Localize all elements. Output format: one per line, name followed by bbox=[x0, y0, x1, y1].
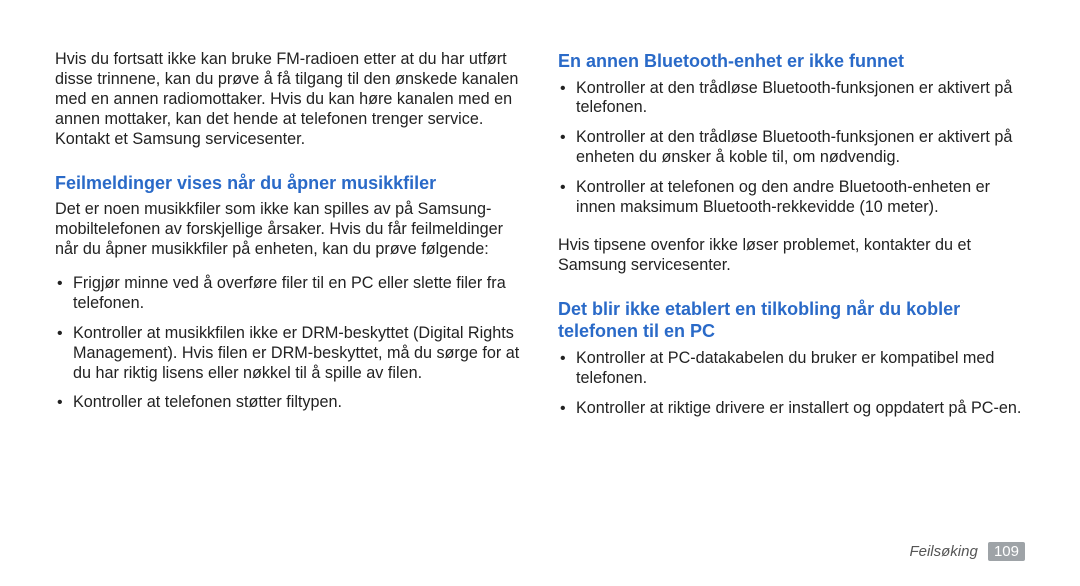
page-footer: Feilsøking 109 bbox=[909, 543, 1025, 560]
list-item: Kontroller at den trådløse Bluetooth-fun… bbox=[558, 128, 1025, 168]
footer-section-label: Feilsøking bbox=[909, 543, 977, 560]
bluetooth-contact-paragraph: Hvis tipsene ovenfor ikke løser probleme… bbox=[558, 236, 1025, 276]
document-page: Hvis du fortsatt ikke kan bruke FM-radio… bbox=[0, 0, 1080, 586]
heading-music-errors: Feilmeldinger vises når du åpner musikkf… bbox=[55, 172, 522, 195]
list-item: Frigjør minne ved å overføre filer til e… bbox=[55, 274, 522, 314]
list-item: Kontroller at den trådløse Bluetooth-fun… bbox=[558, 79, 1025, 119]
list-item: Kontroller at PC-datakabelen du bruker e… bbox=[558, 349, 1025, 389]
footer-page-number: 109 bbox=[988, 542, 1025, 561]
list-item: Kontroller at telefonen støtter filtypen… bbox=[55, 393, 522, 413]
list-item: Kontroller at musikkfilen ikke er DRM-be… bbox=[55, 324, 522, 384]
heading-pc-connection: Det blir ikke etablert en tilkobling når… bbox=[558, 298, 1025, 343]
heading-bluetooth-notfound: En annen Bluetooth-enhet er ikke funnet bbox=[558, 50, 1025, 73]
bluetooth-list: Kontroller at den trådløse Bluetooth-fun… bbox=[558, 79, 1025, 229]
pc-connection-list: Kontroller at PC-datakabelen du bruker e… bbox=[558, 349, 1025, 429]
music-errors-intro: Det er noen musikkfiler som ikke kan spi… bbox=[55, 200, 522, 260]
left-column: Hvis du fortsatt ikke kan bruke FM-radio… bbox=[55, 50, 550, 566]
intro-paragraph: Hvis du fortsatt ikke kan bruke FM-radio… bbox=[55, 50, 522, 150]
music-errors-list: Frigjør minne ved å overføre filer til e… bbox=[55, 274, 522, 424]
list-item: Kontroller at riktige drivere er install… bbox=[558, 399, 1025, 419]
right-column: En annen Bluetooth-enhet er ikke funnet … bbox=[550, 50, 1025, 566]
list-item: Kontroller at telefonen og den andre Blu… bbox=[558, 178, 1025, 218]
